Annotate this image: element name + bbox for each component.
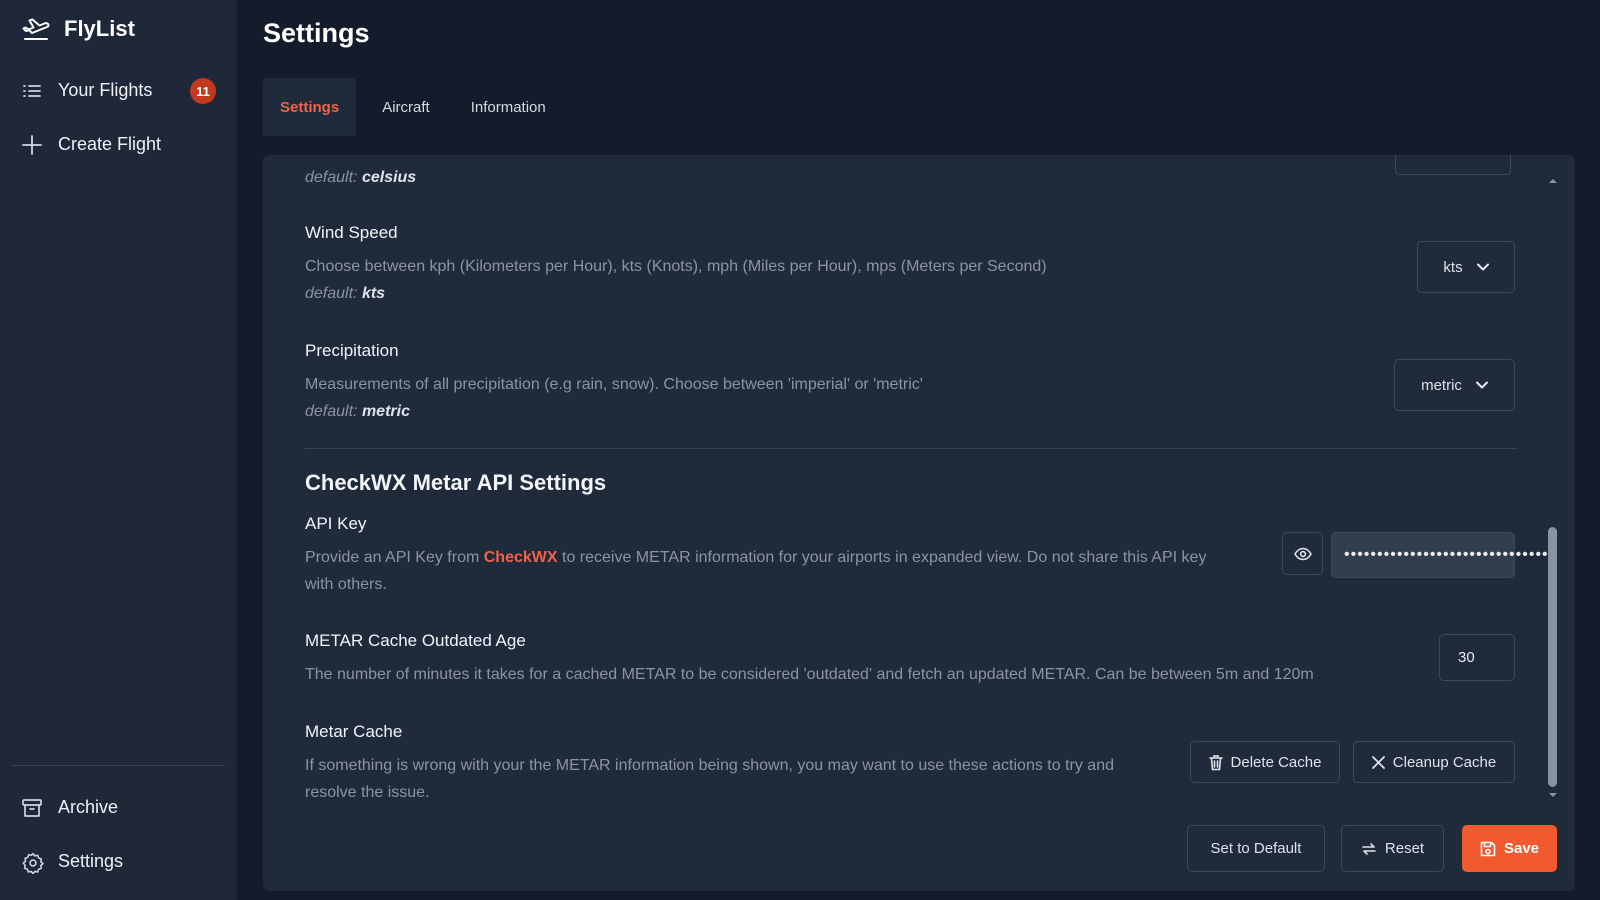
sidebar-item-label: Your Flights: [58, 80, 153, 100]
checkwx-section-title: CheckWX Metar API Settings: [305, 470, 607, 495]
section-divider: [305, 448, 1517, 449]
sidebar-item-settings[interactable]: Settings: [22, 851, 124, 874]
save-button[interactable]: Save: [1462, 825, 1557, 872]
cache-age-description: The number of minutes it takes for a cac…: [305, 666, 1314, 683]
temperature-default: default: celsius: [305, 169, 417, 186]
cache-age-input[interactable]: 30: [1439, 634, 1515, 681]
metar-cache-description: If something is wrong with your the META…: [305, 757, 1114, 801]
archive-icon: [22, 798, 42, 818]
sidebar: FlyList Your Flights 11 Create Flight Ar…: [0, 0, 237, 900]
plane-departure-icon: [22, 16, 50, 42]
reset-arrows-icon: [1361, 841, 1377, 857]
scrollbar-thumb[interactable]: [1548, 527, 1557, 787]
scroll-up-arrow[interactable]: [1545, 175, 1561, 187]
api-key-description: Provide an API Key from CheckWX to recei…: [305, 549, 1207, 593]
tab-settings[interactable]: Settings: [263, 78, 357, 136]
wind-speed-title: Wind Speed: [305, 223, 398, 242]
eye-icon: [1293, 547, 1312, 561]
wind-speed-select[interactable]: kts: [1417, 241, 1515, 293]
toggle-visibility-button[interactable]: [1282, 532, 1323, 575]
brand[interactable]: FlyList: [22, 16, 135, 42]
sidebar-item-create-flight[interactable]: Create Flight: [22, 134, 161, 155]
flights-count-badge: 11: [190, 78, 216, 104]
sidebar-item-your-flights[interactable]: Your Flights: [22, 80, 152, 101]
app-name: FlyList: [64, 16, 135, 41]
sidebar-item-label: Create Flight: [58, 134, 162, 154]
sidebar-item-archive[interactable]: Archive: [22, 797, 118, 818]
chevron-down-icon: [1475, 381, 1488, 389]
delete-cache-button[interactable]: Delete Cache: [1190, 741, 1340, 783]
page-title: Settings: [263, 18, 370, 48]
precipitation-default: default: metric: [305, 403, 410, 420]
sidebar-divider: [11, 765, 225, 766]
cleanup-cache-button[interactable]: Cleanup Cache: [1353, 741, 1515, 783]
close-icon: [1371, 755, 1385, 769]
reset-button[interactable]: Reset: [1341, 825, 1444, 872]
chevron-down-icon: [1476, 263, 1489, 271]
precipitation-title: Precipitation: [305, 341, 399, 360]
list-icon: [22, 81, 42, 101]
precipitation-select[interactable]: metric: [1394, 359, 1515, 411]
temperature-select[interactable]: [1395, 155, 1511, 175]
save-icon: [1480, 841, 1496, 857]
precipitation-description: Measurements of all precipitation (e.g r…: [305, 376, 923, 393]
checkwx-link[interactable]: CheckWX: [484, 549, 558, 566]
tab-information[interactable]: Information: [454, 78, 563, 136]
plus-icon: [22, 134, 42, 155]
api-key-title: API Key: [305, 514, 367, 533]
sidebar-item-label: Archive: [58, 797, 119, 817]
wind-speed-default: default: kts: [305, 285, 386, 302]
scroll-down-arrow[interactable]: [1545, 789, 1561, 801]
api-key-input[interactable]: ••••••••••••••••••••••••••••••••: [1331, 532, 1554, 578]
settings-panel: default: celsius Wind Speed Choose betwe…: [263, 155, 1575, 891]
metar-cache-title: Metar Cache: [305, 722, 403, 741]
cache-age-title: METAR Cache Outdated Age: [305, 631, 526, 650]
trash-icon: [1208, 754, 1223, 771]
tab-bar: Settings Aircraft Information: [263, 78, 563, 136]
tab-aircraft[interactable]: Aircraft: [365, 78, 447, 136]
set-to-default-button[interactable]: Set to Default: [1187, 825, 1325, 872]
gear-icon: [22, 852, 44, 874]
sidebar-item-label: Settings: [58, 851, 124, 871]
wind-speed-description: Choose between kph (Kilometers per Hour)…: [305, 258, 1047, 275]
